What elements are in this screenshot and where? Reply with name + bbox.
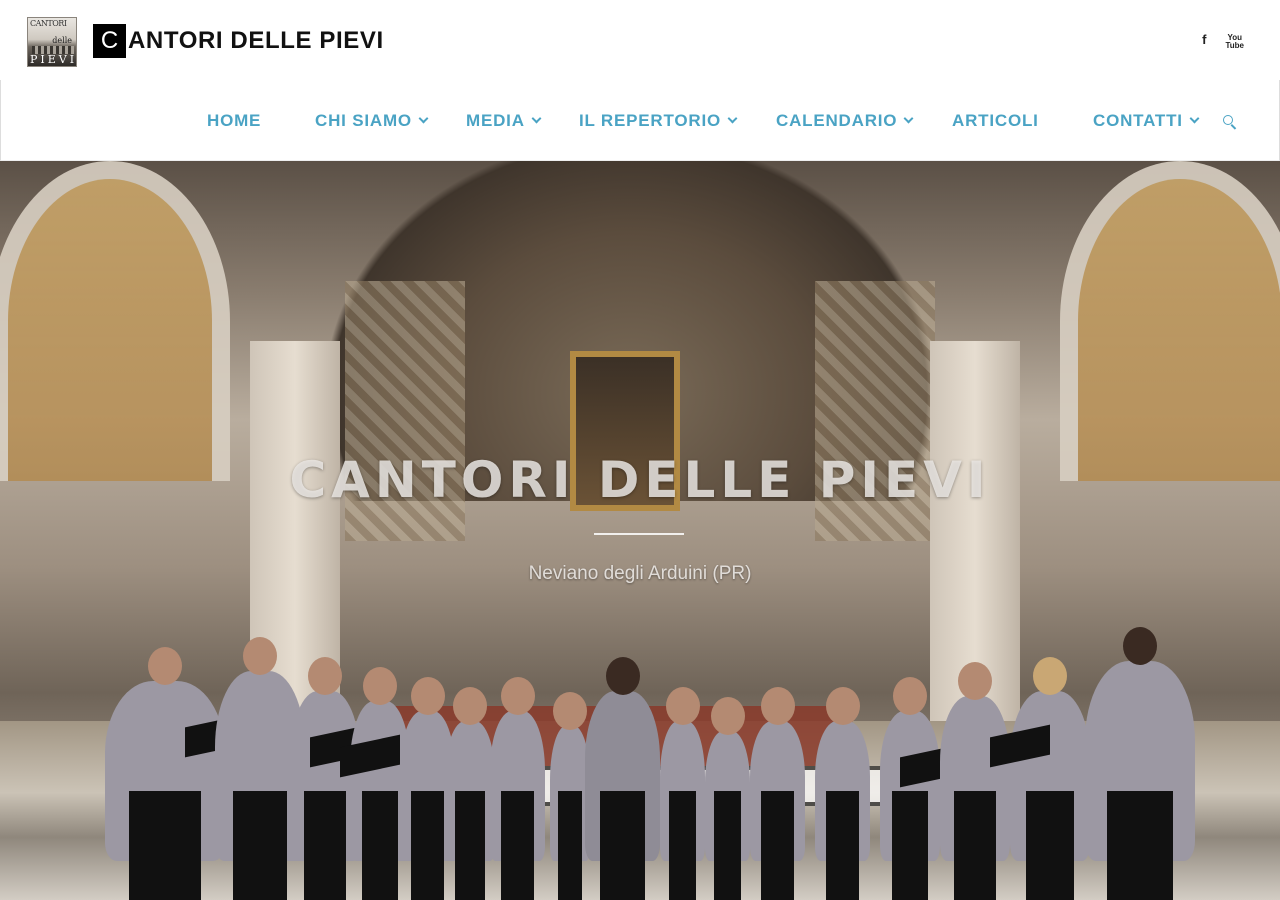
choir-singer <box>490 677 545 900</box>
choir-singer <box>660 687 705 900</box>
chevron-down-icon <box>531 113 542 124</box>
search-icon[interactable] <box>1223 115 1237 130</box>
site-title[interactable]: C ANTORI DELLE PIEVI <box>93 24 384 58</box>
nav-item-label: HOME <box>207 111 262 130</box>
choir-conductor <box>585 657 660 900</box>
choir-singer <box>445 687 495 900</box>
choir-singer <box>940 662 1010 900</box>
top-bar: CANTORI delle PIEVI C ANTORI DELLE PIEVI… <box>0 0 1280 80</box>
hero-photo-arch-left <box>0 161 230 481</box>
logo-text-delle: delle <box>52 36 72 45</box>
hero-divider <box>594 533 684 535</box>
nav-item-label: CALENDARIO <box>776 111 898 130</box>
nav-item-contatti[interactable]: CONTATTI <box>1093 111 1200 131</box>
logo-text-cantori: CANTORI <box>30 19 67 28</box>
choir-singer <box>815 687 870 900</box>
choir-singer <box>1085 627 1195 900</box>
chevron-down-icon <box>418 113 429 124</box>
nav-item-label: CONTATTI <box>1093 111 1183 130</box>
chevron-down-icon <box>903 113 914 124</box>
site-logo[interactable]: CANTORI delle PIEVI <box>27 17 77 67</box>
nav-item-calendario[interactable]: CALENDARIO <box>776 111 914 131</box>
nav-item-home[interactable]: HOME <box>207 111 261 131</box>
choir-singer <box>705 697 750 900</box>
nav-item-label: ARTICOLI <box>952 111 1039 130</box>
youtube-icon[interactable]: You Tube <box>1225 34 1244 50</box>
nav-item-chi-siamo[interactable]: CHI SIAMO <box>315 111 429 131</box>
choir-singer <box>105 647 245 900</box>
main-navigation: HOME CHI SIAMO MEDIA IL REPERTORIO CALEN… <box>0 80 1280 161</box>
facebook-icon[interactable]: f <box>1202 33 1206 50</box>
choir-singer <box>880 677 960 900</box>
social-links: f You Tube <box>1202 33 1244 50</box>
nav-item-articoli[interactable]: ARTICOLI <box>952 111 1039 131</box>
hero-photo-choir <box>100 461 1220 900</box>
choir-singer <box>750 687 805 900</box>
nav-item-label: IL REPERTORIO <box>579 111 722 130</box>
hero-photo-arch-right <box>1060 161 1280 481</box>
choir-singer <box>990 657 1090 900</box>
nav-item-label: MEDIA <box>466 111 525 130</box>
choir-singer <box>550 692 590 900</box>
hero-subtitle: Neviano degli Arduini (PR) <box>528 563 752 584</box>
nav-item-label: CHI SIAMO <box>315 111 412 130</box>
site-title-initial: C <box>93 24 126 58</box>
site-title-text: ANTORI DELLE PIEVI <box>128 27 384 54</box>
hero-banner: CANTORI DELLE PIEVI Neviano degli Arduin… <box>0 161 1280 900</box>
chevron-down-icon <box>727 113 738 124</box>
logo-text-pievi: PIEVI <box>30 53 77 66</box>
hero-title: CANTORI DELLE PIEVI <box>289 451 991 509</box>
nav-item-il-repertorio[interactable]: IL REPERTORIO <box>579 111 738 131</box>
nav-item-media[interactable]: MEDIA <box>466 111 542 131</box>
chevron-down-icon <box>1189 113 1200 124</box>
